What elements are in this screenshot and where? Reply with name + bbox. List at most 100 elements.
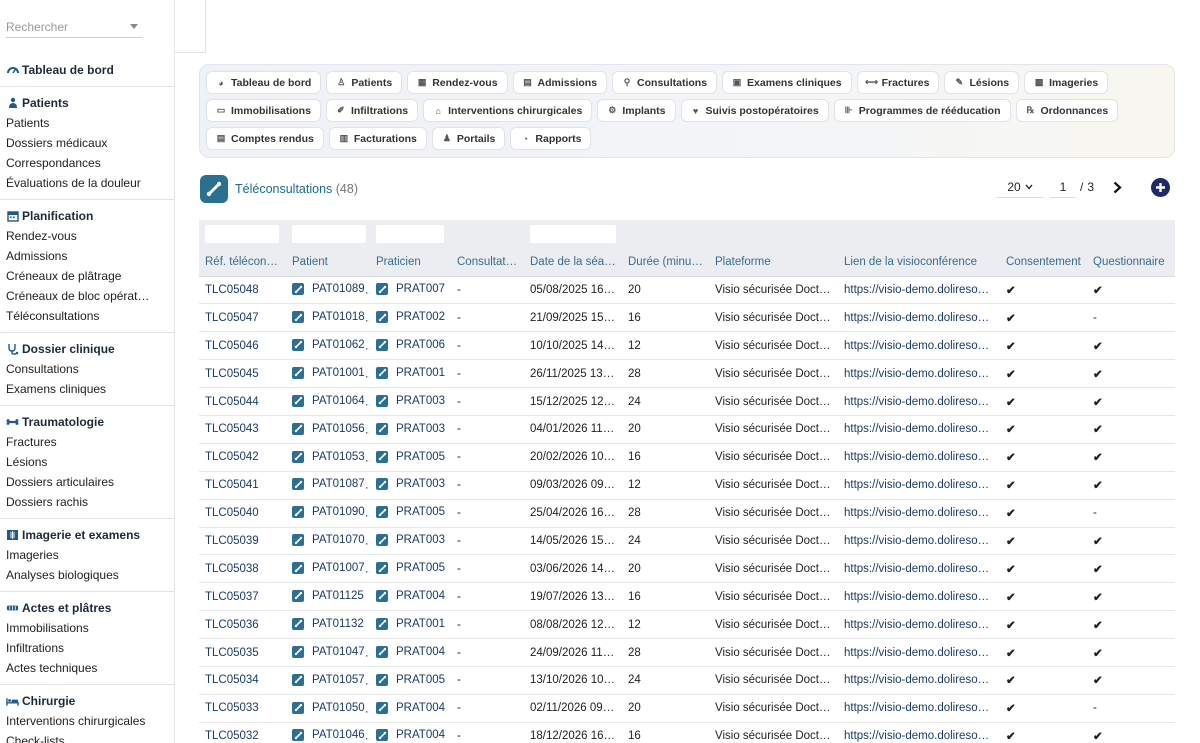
prat-link[interactable]: PRAT003 [376,394,445,407]
table-row[interactable]: TLC05041 PAT01087 PRAT003-09/03/2026 09:00… [199,471,1175,500]
patient-link[interactable]: PAT01001 [292,366,365,379]
patient-link[interactable]: PAT01057 [292,673,365,686]
sidebar-item[interactable]: Imageries [0,545,174,565]
sidebar-section-title[interactable]: Actes et plâtres [0,596,174,618]
prat-link[interactable]: PRAT001 [376,366,445,379]
ref-link[interactable]: TLC05032 [205,730,259,742]
patient-link[interactable]: PAT01070 [292,534,365,547]
table-row[interactable]: TLC05045 PAT01001 PRAT001-26/11/2025 13:00… [199,359,1175,389]
module-chip[interactable]: ▦ Rendez-vous [407,71,508,94]
next-page-button[interactable] [1110,178,1124,196]
sidebar-item[interactable]: Patients [0,113,174,133]
patient-link[interactable]: PAT01125 [292,589,364,602]
sidebar-item[interactable]: Interventions chirurgicales [0,711,174,731]
module-chip[interactable]: ▩ Imageries [1024,71,1109,94]
patient-link[interactable]: PAT01064 [292,394,365,407]
sidebar-item[interactable]: Lésions [0,452,174,472]
patient-link[interactable]: PAT01090 [292,506,365,519]
patient-link[interactable]: PAT01047 [292,645,365,658]
module-chip[interactable]: ◔ Rapports [510,127,592,150]
table-row[interactable]: TLC05046 PAT01062 PRAT006-10/10/2025 14:15… [199,331,1175,361]
sidebar-section-title[interactable]: Traumatologie [0,410,174,432]
table-row[interactable]: TLC05033 PAT01050 PRAT004-02/11/2026 09:00… [199,694,1175,723]
column-header[interactable]: Patient [286,248,370,277]
sidebar-section-title[interactable]: Dossier clinique [0,337,174,359]
prat-link[interactable]: PRAT004 [376,729,445,742]
sidebar-section-title[interactable]: Planification [0,204,174,226]
sidebar-section-title[interactable]: Chirurgie [0,689,174,711]
module-chip[interactable]: ♙ Patients [326,71,403,94]
table-row[interactable]: TLC05048 PAT01089 PRAT007-05/08/2025 16:45… [199,276,1175,305]
per-page-select[interactable]: 20 [996,176,1044,198]
sidebar-item[interactable]: Dossiers rachis [0,492,174,512]
prat-link[interactable]: PRAT005 [376,450,445,463]
column-header[interactable]: Plateforme [709,248,838,277]
patient-link[interactable]: PAT01087 [292,478,365,491]
filter-ref-input[interactable] [205,225,279,243]
module-chip[interactable]: ⟷ Fractures [856,71,940,94]
add-record-button[interactable] [1151,178,1170,197]
table-row[interactable]: TLC05039 PAT01070 PRAT003-14/05/2026 15:30… [199,527,1175,556]
caret-down-icon[interactable] [130,24,138,29]
module-chip[interactable]: ◕ Tableau de bord [206,71,322,94]
sidebar-item[interactable]: Check-lists [0,731,174,743]
column-header[interactable]: Durée (minutes) [622,248,709,277]
ref-link[interactable]: TLC05048 [205,284,259,296]
sidebar-item[interactable]: Créneaux de plâtrage [0,266,174,286]
module-chip[interactable]: ✐ Infiltrations [325,99,419,122]
patient-link[interactable]: PAT01089 [292,283,365,296]
prat-link[interactable]: PRAT002 [376,311,445,324]
prat-link[interactable]: PRAT006 [376,338,445,351]
prat-link[interactable]: PRAT003 [376,478,445,491]
table-row[interactable]: TLC05047 PAT01018 PRAT002-21/09/2025 15:30… [199,303,1175,333]
table-row[interactable]: TLC05032 PAT01046 PRAT004-18/12/2026 16:45… [199,722,1175,743]
sidebar-section-title[interactable]: Imagerie et examens [0,523,174,545]
search-select[interactable]: Rechercher [6,16,142,38]
sidebar-item[interactable]: Examens cliniques [0,379,174,399]
filter-patient-input[interactable] [292,225,366,243]
sidebar-item[interactable]: Téléconsultations [0,306,174,326]
prat-link[interactable]: PRAT007 [376,283,445,296]
sidebar-item[interactable]: Immobilisations [0,618,174,638]
table-row[interactable]: TLC05034 PAT01057 PRAT005-13/10/2026 10:15… [199,666,1175,695]
patient-link[interactable]: PAT01007 [292,562,365,575]
prat-link[interactable]: PRAT005 [376,506,445,519]
sidebar-item[interactable]: Dossiers médicaux [0,133,174,153]
patient-link[interactable]: PAT01050 [292,701,365,714]
filter-praticien-input[interactable] [376,225,444,243]
patient-link[interactable]: PAT01062 [292,338,365,351]
sidebar-item[interactable]: Correspondances [0,153,174,173]
prat-link[interactable]: PRAT003 [376,422,445,435]
prat-link[interactable]: PRAT003 [376,534,445,547]
sidebar-item[interactable]: Actes techniques [0,658,174,678]
sidebar-item[interactable]: Évaluations de la douleur [0,173,174,193]
ref-link[interactable]: TLC05037 [205,591,259,603]
patient-link[interactable]: PAT01056 [292,422,365,435]
prat-link[interactable]: PRAT004 [376,645,445,658]
ref-link[interactable]: TLC05033 [205,702,259,714]
page-number-input[interactable]: 1 [1050,176,1076,198]
column-header[interactable]: Questionnaire [1087,248,1175,277]
sidebar-item[interactable]: Infiltrations [0,638,174,658]
ref-link[interactable]: TLC05044 [205,396,259,408]
ref-link[interactable]: TLC05039 [205,535,259,547]
table-row[interactable]: TLC05042 PAT01053 PRAT005-20/02/2026 10:15… [199,443,1175,472]
ref-link[interactable]: TLC05035 [205,647,259,659]
prat-link[interactable]: PRAT004 [376,589,445,602]
column-header[interactable]: Lien de la visioconférence [838,248,1000,277]
ref-link[interactable]: TLC05042 [205,451,259,463]
table-row[interactable]: TLC05040 PAT01090 PRAT005-25/04/2026 16:45… [199,499,1175,528]
sidebar-item[interactable]: Créneaux de bloc opérat… [0,286,174,306]
module-chip[interactable]: ♟ Portails [431,127,506,150]
module-chip[interactable]: ⚲ Consultations [612,71,718,94]
filter-date-input[interactable] [530,225,616,243]
sidebar-item-dashboard[interactable]: Tableau de bord [0,58,174,80]
module-chip[interactable]: ℞ Ordonnances [1015,99,1119,122]
column-header[interactable]: Praticien [370,248,451,277]
prat-link[interactable]: PRAT004 [376,701,445,714]
ref-link[interactable]: TLC05034 [205,674,259,686]
column-header[interactable]: Date de la séance [524,248,622,277]
sidebar-item[interactable]: Fractures [0,432,174,452]
prat-link[interactable]: PRAT005 [376,673,445,686]
module-chip[interactable]: ✎ Lésions [944,71,1020,94]
